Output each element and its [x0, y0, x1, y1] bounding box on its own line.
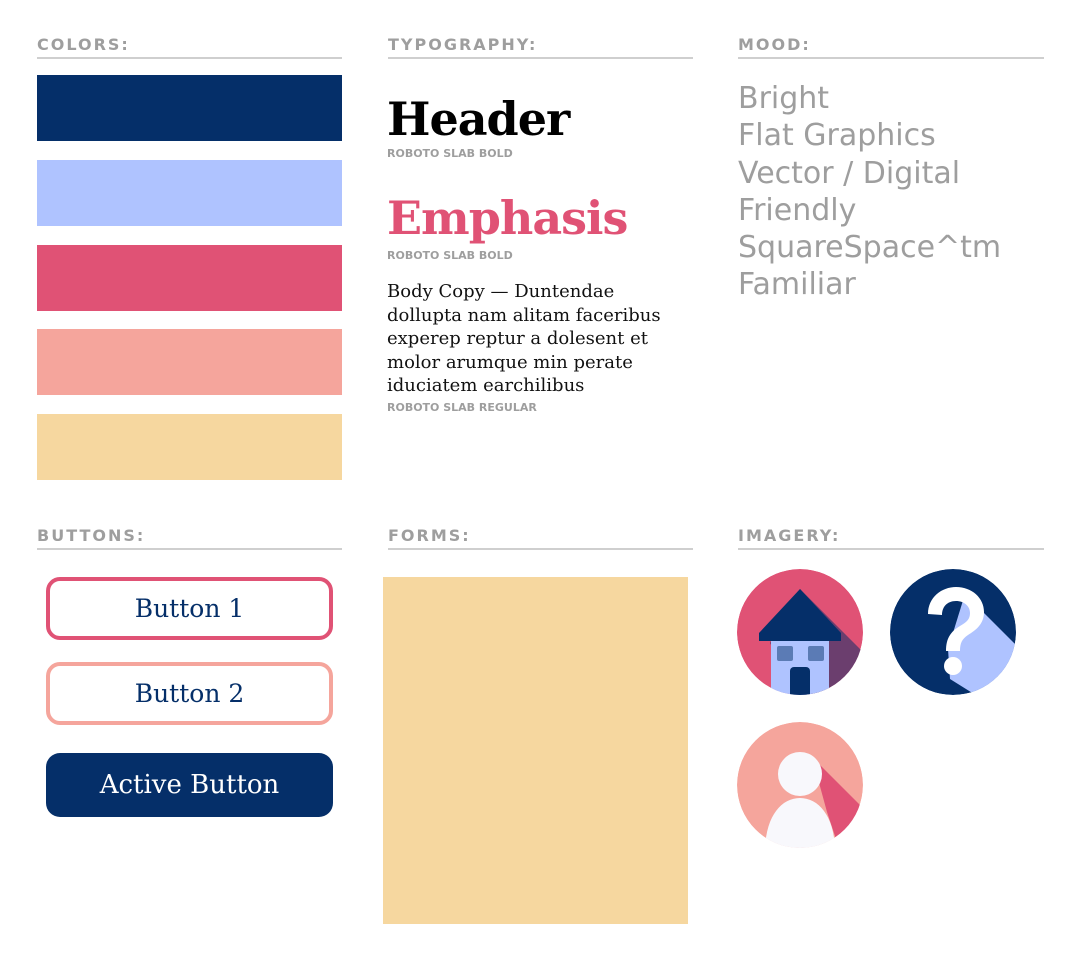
mood-item: Flat Graphics — [738, 118, 936, 154]
header-font-caption: ROBOTO SLAB BOLD — [387, 147, 513, 160]
body-font-caption: ROBOTO SLAB REGULAR — [387, 401, 537, 414]
question-mark-icon — [890, 569, 1016, 695]
typography-section-title: TYPOGRAPHY: — [388, 35, 538, 54]
buttons-section-title: BUTTONS: — [37, 526, 146, 545]
active-button[interactable]: Active Button — [46, 753, 333, 817]
button-2[interactable]: Button 2 — [46, 662, 333, 725]
house-icon — [737, 569, 863, 695]
mood-section-title: MOOD: — [738, 35, 811, 54]
mood-item: Friendly — [738, 192, 857, 228]
mood-item: Bright — [738, 81, 830, 116]
header-type-sample: Header — [387, 92, 570, 146]
color-swatch-rose — [37, 245, 342, 311]
color-swatch-sand — [37, 414, 342, 480]
mood-list: Bright Flat Graphics Vector / Digital Fr… — [738, 80, 1001, 304]
mood-item: SquareSpace^tm — [738, 230, 1002, 266]
person-icon — [737, 722, 863, 848]
mood-divider — [738, 57, 1044, 59]
typography-divider — [388, 57, 693, 59]
forms-section-title: FORMS: — [388, 526, 471, 545]
color-swatch-periwinkle — [37, 160, 342, 226]
imagery-section-title: IMAGERY: — [738, 526, 841, 545]
colors-divider — [37, 57, 342, 59]
color-swatch-salmon — [37, 329, 342, 395]
mood-item: Familiar — [738, 267, 856, 303]
colors-section-title: COLORS: — [37, 35, 130, 54]
body-copy-sample: Body Copy — Duntendae dollupta nam alita… — [387, 281, 661, 396]
imagery-divider — [738, 548, 1044, 550]
color-swatch-navy — [37, 75, 342, 141]
buttons-divider — [37, 548, 342, 550]
emphasis-type-sample: Emphasis — [387, 191, 628, 245]
mood-item: Vector / Digital — [738, 155, 961, 191]
button-1[interactable]: Button 1 — [46, 577, 333, 640]
emphasis-font-caption: ROBOTO SLAB BOLD — [387, 249, 513, 262]
form-placeholder — [383, 577, 688, 924]
forms-divider — [388, 548, 693, 550]
